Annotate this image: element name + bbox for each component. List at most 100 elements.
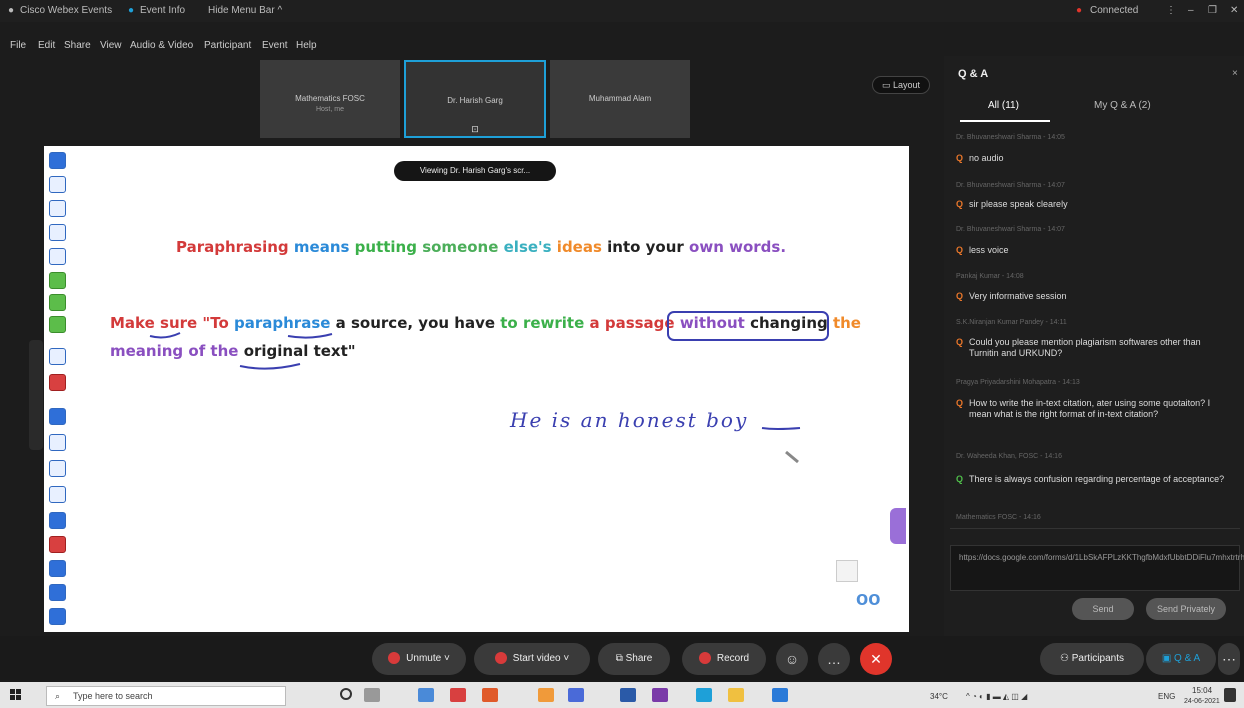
windows-start-icon[interactable] [10,689,22,701]
answer-input[interactable]: https://docs.google.com/forms/d/1LbSkAFP… [950,545,1244,591]
record-tool-icon[interactable] [49,374,66,391]
question-author: Dr. Bhuvaneshwari Sharma - 14:05 [956,134,1065,141]
question-icon: Q [956,398,964,408]
cursor-tool-icon[interactable] [49,152,66,169]
reactions-button[interactable]: ☺ [776,643,808,675]
menu-audio-video[interactable]: Audio & Video [130,40,193,51]
pencil-tool-icon[interactable] [49,200,66,217]
app-icon[interactable] [450,688,466,702]
record-button[interactable]: Record [682,643,766,675]
video-thumbnail-active[interactable]: Dr. Harish Garg ⊡ [404,60,546,138]
menu-view[interactable]: View [100,40,122,51]
question-item[interactable]: Q How to write the in-text citation, ater… [956,398,1238,420]
pen-tool-icon[interactable] [49,176,66,193]
app-icon[interactable] [538,688,554,702]
question-item[interactable]: Q Could you please mention plagiarism sof… [956,337,1238,359]
qa-button[interactable]: ▣ Q & A [1146,643,1216,675]
word-icon[interactable] [620,688,636,702]
video-thumbnail[interactable]: Mathematics FOSC Host, me [260,60,400,138]
app-icon[interactable] [418,688,434,702]
app-icon[interactable] [482,688,498,702]
slide-text-segment: without [679,314,751,332]
question-item[interactable]: Qno audio [956,153,1238,164]
app-icon[interactable] [568,688,584,702]
menu-event[interactable]: Event [262,40,288,51]
menu-share[interactable]: Share [64,40,91,51]
question-item[interactable]: Q Very informative session [956,291,1238,302]
webex-logo-icon: ● [8,5,15,16]
menu-file[interactable]: File [10,40,26,51]
eraser-tool-icon[interactable] [49,224,66,241]
fill-tool-icon[interactable] [49,512,66,529]
close-panel-icon[interactable]: × [1232,68,1238,79]
slide-text-segment: "To [202,314,235,332]
participants-button[interactable]: ⚇ Participants [1040,643,1144,675]
maximize-button[interactable]: ❐ [1208,5,1217,16]
menu-help[interactable]: Help [296,40,317,51]
weather-status[interactable]: 34°C [930,692,948,701]
share-button[interactable]: ⧉ Share [598,643,670,675]
brush-tool-icon[interactable] [49,486,66,503]
clock-time[interactable]: 15:04 [1192,686,1212,695]
search-icon: ⌕ [55,691,61,701]
share-side-handle[interactable] [29,340,43,450]
pointer-tool-icon[interactable] [49,348,66,365]
menu-participant[interactable]: Participant [204,40,251,51]
event-info-menu[interactable]: Event Info [140,5,185,16]
question-icon: Q [956,337,964,347]
notifications-icon[interactable] [1224,688,1236,702]
unmute-button[interactable]: Unmute ˅ [372,643,466,675]
question-item[interactable]: Qless voice [956,245,1238,256]
redo-tool-icon[interactable] [49,584,66,601]
question-icon: Q [956,245,964,255]
color-tool-icon[interactable] [49,536,66,553]
cortana-icon[interactable] [340,688,352,700]
screen-tool-icon[interactable] [49,408,66,425]
send-privately-button[interactable]: Send Privately [1146,598,1226,620]
side-collapse-tab[interactable] [890,508,906,544]
file-explorer-icon[interactable] [728,688,744,702]
end-meeting-button[interactable]: ✕ [860,643,892,675]
more-icon[interactable]: ⋮ [1166,5,1176,16]
question-item[interactable]: Qsir please speak clearely [956,199,1238,210]
more-panels-button[interactable]: ⋯ [1218,643,1240,675]
question-author: S.K.Niranjan Kumar Pandey - 14:11 [956,319,1067,326]
language-indicator[interactable]: ENG [1158,692,1175,701]
slide-line-paraphrasing: Paraphrasing means putting someone else'… [176,238,786,256]
text-tool-icon[interactable] [49,294,66,311]
system-tray-icons[interactable]: ^ ◔ ◐ ▮ ▬ ◭ ◫ ◢ [966,692,1027,701]
video-thumbnail[interactable]: Muhammad Alam [550,60,690,138]
taskbar-search[interactable]: ⌕ Type here to search [46,686,286,706]
more-options-button[interactable]: … [818,643,850,675]
minimize-button[interactable]: – [1188,5,1194,16]
share-icon: ⧉ [615,653,626,664]
handwritten-text: He is an honest boy [510,408,749,432]
settings-tool-icon[interactable] [49,608,66,625]
camera-icon[interactable] [836,560,858,582]
layout-button[interactable]: ▭ Layout [872,76,930,94]
hide-menu-bar-button[interactable]: Hide Menu Bar ^ [208,5,282,16]
page-tool-icon[interactable] [49,434,66,451]
shape-tool-icon[interactable] [49,272,66,289]
close-window-button[interactable]: ✕ [1230,5,1238,16]
slide-text-segment: meaning of the [110,342,244,360]
marker-tool-icon[interactable] [49,460,66,477]
question-item[interactable]: Q There is always confusion regarding per… [956,474,1238,485]
participant-name: Muhammad Alam [588,94,652,103]
highlighter-tool-icon[interactable] [49,248,66,265]
send-button[interactable]: Send [1072,598,1134,620]
tab-my-qa[interactable]: My Q & A (2) [1094,100,1151,111]
task-view-icon[interactable] [364,688,380,702]
app-icon[interactable] [772,688,788,702]
app-icon[interactable] [652,688,668,702]
line-tool-icon[interactable] [49,316,66,333]
annotate-icon[interactable]: oo [856,588,880,611]
connection-status[interactable]: Connected [1090,5,1138,16]
undo-tool-icon[interactable] [49,560,66,577]
start-video-button[interactable]: Start video ˅ [474,643,590,675]
tab-all-questions[interactable]: All (11) [988,100,1019,111]
slide-text-segment: changing [750,314,833,332]
clock-date[interactable]: 24-06-2021 [1184,698,1220,705]
menu-edit[interactable]: Edit [38,40,55,51]
webex-taskbar-icon[interactable] [696,688,712,702]
